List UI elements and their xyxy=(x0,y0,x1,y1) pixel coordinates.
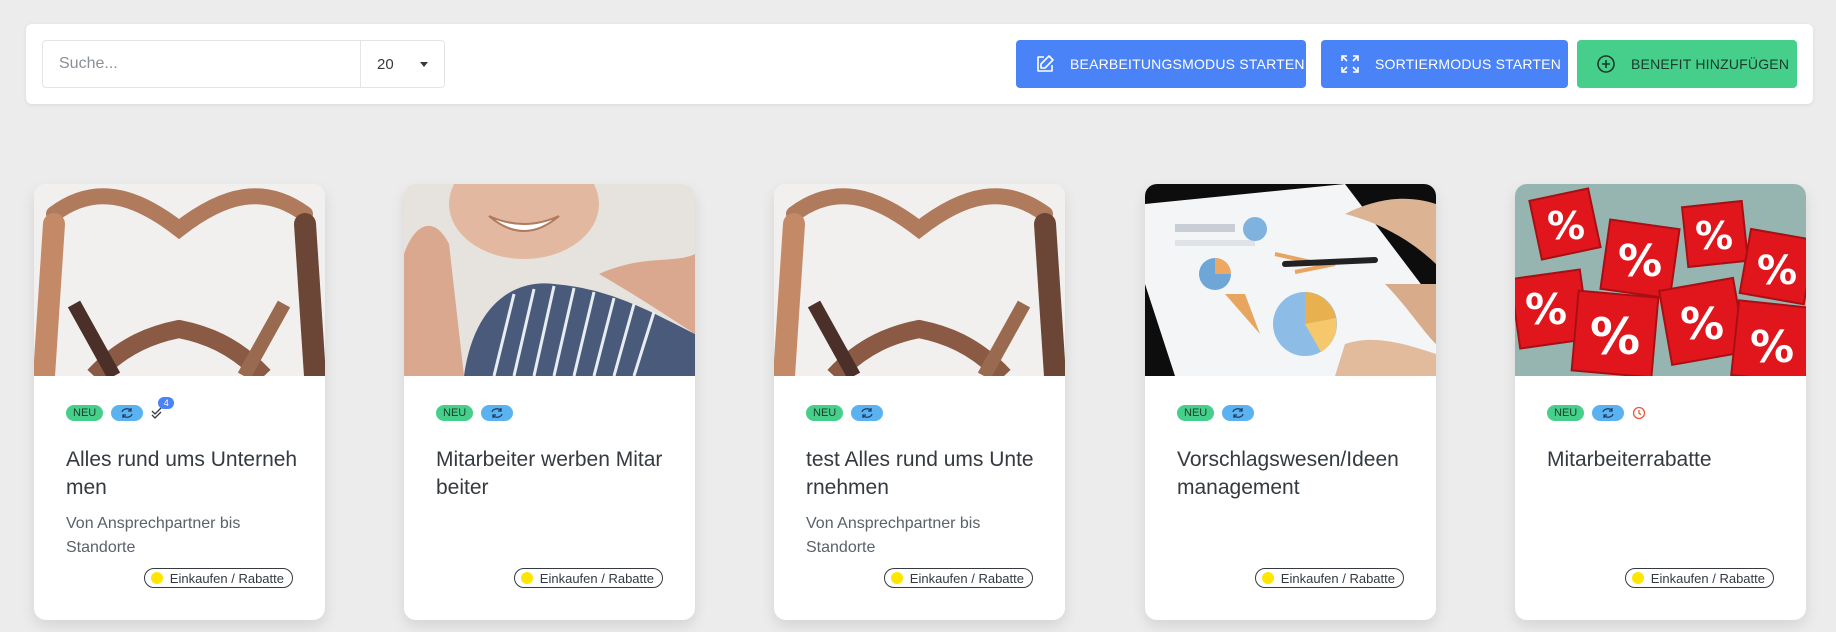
new-badge: NEU xyxy=(1547,405,1585,421)
toolbar: 20 BEARBEITUNGSMODUS STARTEN SORTIERMODU… xyxy=(26,24,1813,104)
card-subtitle: Von Ansprechpartner bis Standorte xyxy=(66,515,241,556)
benefit-image xyxy=(404,184,695,376)
category-label: Einkaufen / Rabatte xyxy=(539,570,654,586)
sort-mode-label: SORTIERMODUS STARTEN xyxy=(1375,56,1562,72)
plus-circle-icon xyxy=(1595,53,1617,75)
new-badge: NEU xyxy=(1177,405,1215,421)
new-badge: NEU xyxy=(66,405,104,421)
edit-mode-label: BEARBEITUNGSMODUS STARTEN xyxy=(1070,56,1305,72)
new-badge: NEU xyxy=(436,405,474,421)
card-title: Vorschlagswesen/Ideenmanagement xyxy=(1177,448,1399,499)
category-label: Einkaufen / Rabatte xyxy=(1650,570,1765,586)
search-group: 20 xyxy=(42,40,445,88)
category-dot xyxy=(520,572,533,584)
sync-icon xyxy=(851,405,884,421)
svg-text:%: % xyxy=(1618,236,1662,287)
edit-mode-button[interactable]: BEARBEITUNGSMODUS STARTEN xyxy=(1016,40,1306,88)
page-size-select[interactable]: 20 xyxy=(361,41,444,87)
new-badge: NEU xyxy=(806,405,844,421)
category-label: Einkaufen / Rabatte xyxy=(909,570,1024,586)
category-dot xyxy=(890,572,903,584)
add-benefit-label: BENEFIT HINZUFÜGEN xyxy=(1631,56,1790,72)
sync-icon xyxy=(481,405,514,421)
benefit-image xyxy=(34,184,325,376)
search-input[interactable] xyxy=(43,41,361,87)
benefit-card[interactable]: NEU 4 Alles rund ums Unternehmen Von Ans… xyxy=(34,184,325,620)
benefit-image: % % % % % % % % xyxy=(1515,184,1806,376)
benefit-image xyxy=(774,184,1065,376)
badge-row: NEU xyxy=(1177,405,1255,421)
svg-text:%: % xyxy=(1590,308,1640,366)
svg-text:%: % xyxy=(1547,204,1585,248)
svg-text:%: % xyxy=(1757,248,1797,294)
clock-icon xyxy=(1632,405,1648,421)
category-chip[interactable]: Einkaufen / Rabatte xyxy=(143,568,293,588)
category-chip[interactable]: Einkaufen / Rabatte xyxy=(1254,568,1404,588)
page-size-value: 20 xyxy=(377,55,394,73)
benefit-image xyxy=(1145,184,1436,376)
category-label: Einkaufen / Rabatte xyxy=(1280,570,1395,586)
svg-text:%: % xyxy=(1750,322,1794,373)
approval-count-badge: 4 xyxy=(158,397,175,409)
category-dot xyxy=(150,572,163,584)
svg-text:%: % xyxy=(1525,285,1567,334)
category-chip[interactable]: Einkaufen / Rabatte xyxy=(513,568,663,588)
benefit-card[interactable]: NEU test Alles rund ums Unternehmen Von … xyxy=(774,184,1065,620)
badge-row: NEU xyxy=(436,405,514,421)
badge-row: NEU 4 xyxy=(66,397,175,421)
sync-icon xyxy=(1592,405,1625,421)
sort-mode-button[interactable]: SORTIERMODUS STARTEN xyxy=(1321,40,1568,88)
sync-icon xyxy=(1222,405,1255,421)
category-dot xyxy=(1261,572,1274,584)
svg-text:%: % xyxy=(1695,214,1733,258)
card-title: Alles rund ums Unternehmen xyxy=(66,448,298,499)
card-title: test Alles rund ums Unternehmen xyxy=(806,448,1034,499)
card-title: Mitarbeiter werben Mitarbeiter xyxy=(436,448,663,499)
benefit-card[interactable]: % % % % % % % % NEU Mitarbeiterrabatte E… xyxy=(1515,184,1806,620)
benefit-card[interactable]: NEU Mitarbeiter werben Mitarbeiter Einka… xyxy=(404,184,695,620)
svg-text:%: % xyxy=(1680,299,1724,350)
benefit-card[interactable]: NEU Vorschlagswesen/Ideenmanagement Eink… xyxy=(1145,184,1436,620)
category-label: Einkaufen / Rabatte xyxy=(169,570,284,586)
sync-icon xyxy=(111,405,144,421)
badge-row: NEU xyxy=(806,405,884,421)
expand-arrows-icon xyxy=(1339,53,1361,75)
add-benefit-button[interactable]: BENEFIT HINZUFÜGEN xyxy=(1577,40,1797,88)
chevron-down-icon xyxy=(420,61,428,67)
double-check-icon: 4 xyxy=(151,397,175,421)
edit-icon xyxy=(1034,53,1056,75)
card-subtitle: Von Ansprechpartner bis Standorte xyxy=(806,515,981,556)
card-title: Mitarbeiterrabatte xyxy=(1547,448,1712,471)
category-dot xyxy=(1631,572,1644,584)
category-chip[interactable]: Einkaufen / Rabatte xyxy=(1624,568,1774,588)
badge-row: NEU xyxy=(1547,405,1648,421)
category-chip[interactable]: Einkaufen / Rabatte xyxy=(883,568,1033,588)
